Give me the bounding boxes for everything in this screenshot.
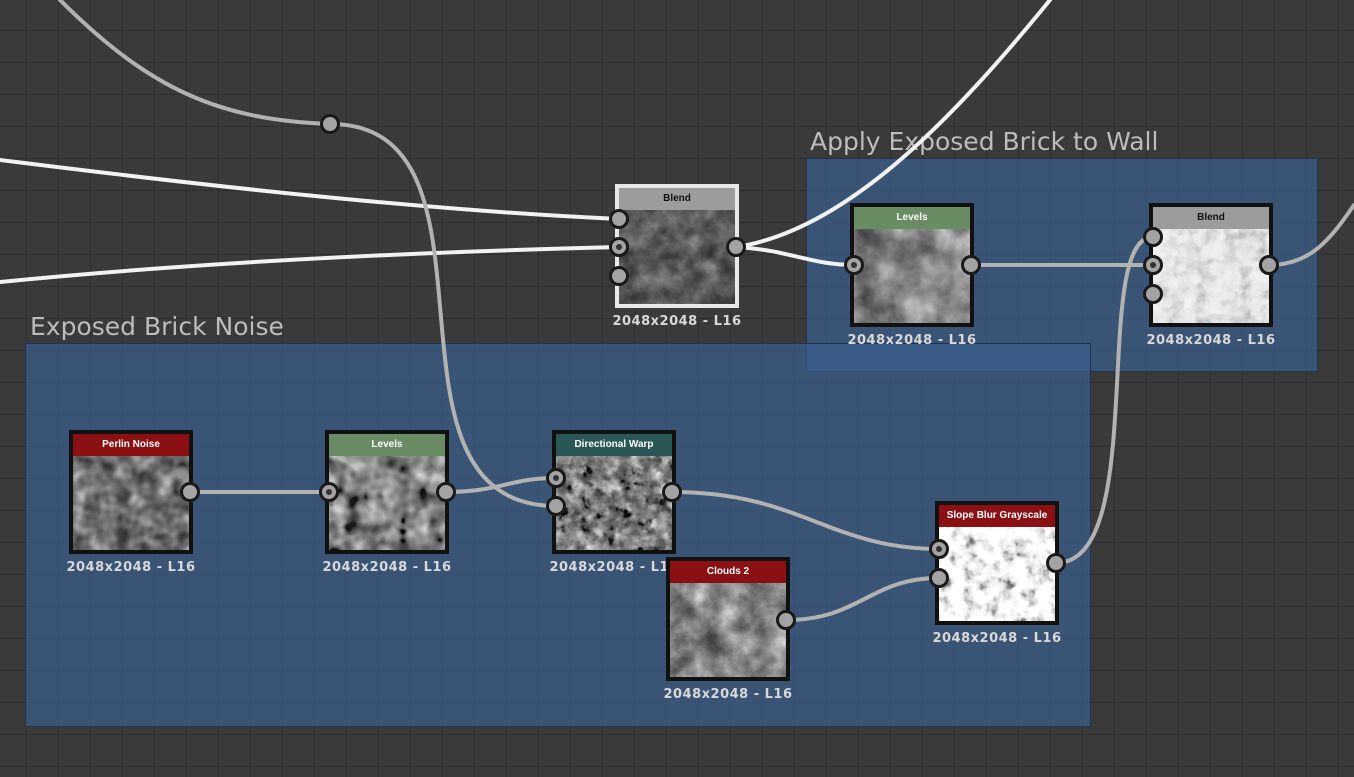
- input-port[interactable]: [929, 539, 949, 559]
- wire-clouds-to-slope: [784, 576, 941, 622]
- node-resolution: 2048x2048 - L16: [66, 560, 196, 575]
- output-port[interactable]: [436, 482, 456, 502]
- node-resolution: 2048x2048 - L16: [612, 314, 742, 329]
- output-port[interactable]: [1259, 255, 1279, 275]
- wire-top-left-to-blend: [0, 158, 621, 221]
- wire-slope-to-blend-wall: [1054, 235, 1155, 565]
- input-port[interactable]: [844, 255, 864, 275]
- node-thumbnail: [619, 210, 735, 304]
- input-port-mask[interactable]: [609, 266, 629, 286]
- node-resolution: 2048x2048 - L16: [322, 560, 452, 575]
- node-blend-top[interactable]: Blend: [615, 184, 739, 308]
- node-thumbnail: [329, 456, 445, 550]
- input-port-foreground[interactable]: [609, 209, 629, 229]
- node-slope-blur-grayscale[interactable]: Slope Blur Grayscale: [935, 501, 1059, 625]
- node-header: Directional Warp: [556, 434, 672, 456]
- output-port[interactable]: [1046, 553, 1066, 573]
- node-clouds-2[interactable]: Clouds 2: [666, 557, 790, 681]
- output-port[interactable]: [662, 482, 682, 502]
- node-header: Levels: [329, 434, 445, 456]
- wire-left-to-blend: [0, 245, 621, 284]
- node-levels-noise[interactable]: Levels: [325, 430, 449, 554]
- node-blend-wall[interactable]: Blend: [1149, 203, 1273, 327]
- wire-top-to-reroute: [58, 0, 332, 126]
- node-resolution: 2048x2048 - L16: [932, 631, 1062, 646]
- node-thumbnail: [556, 456, 672, 550]
- output-port[interactable]: [961, 255, 981, 275]
- node-perlin-noise[interactable]: Perlin Noise: [69, 430, 193, 554]
- node-resolution: 2048x2048 - L16: [847, 333, 977, 348]
- node-header: Blend: [619, 188, 735, 210]
- node-thumbnail: [854, 229, 970, 323]
- wire-warp-to-slope: [670, 490, 941, 551]
- node-thumbnail: [939, 527, 1055, 621]
- node-resolution: 2048x2048 - L16: [1146, 333, 1276, 348]
- node-header: Blend: [1153, 207, 1269, 229]
- node-header: Clouds 2: [670, 561, 786, 583]
- node-thumbnail: [1153, 229, 1269, 323]
- node-thumbnail: [670, 583, 786, 677]
- output-port[interactable]: [726, 237, 746, 257]
- node-resolution: 2048x2048 - L16: [663, 687, 793, 702]
- reroute-dot[interactable]: [320, 114, 340, 134]
- input-port-background[interactable]: [1143, 255, 1163, 275]
- input-port[interactable]: [319, 482, 339, 502]
- wire-blend-to-levels-wall: [734, 245, 857, 267]
- wire-blend-wall-out: [1267, 203, 1354, 267]
- input-port-foreground[interactable]: [1143, 227, 1163, 247]
- output-port[interactable]: [776, 610, 796, 630]
- input-port-mask[interactable]: [1143, 284, 1163, 304]
- input-port-background[interactable]: [609, 237, 629, 257]
- output-port[interactable]: [180, 482, 200, 502]
- node-header: Levels: [854, 207, 970, 229]
- input-port-slope[interactable]: [929, 568, 949, 588]
- node-header: Perlin Noise: [73, 434, 189, 456]
- node-directional-warp[interactable]: Directional Warp: [552, 430, 676, 554]
- node-levels-wall[interactable]: Levels: [850, 203, 974, 327]
- node-header: Slope Blur Grayscale: [939, 505, 1055, 527]
- input-port[interactable]: [546, 468, 566, 488]
- node-thumbnail: [73, 456, 189, 550]
- input-port-intensity[interactable]: [546, 496, 566, 516]
